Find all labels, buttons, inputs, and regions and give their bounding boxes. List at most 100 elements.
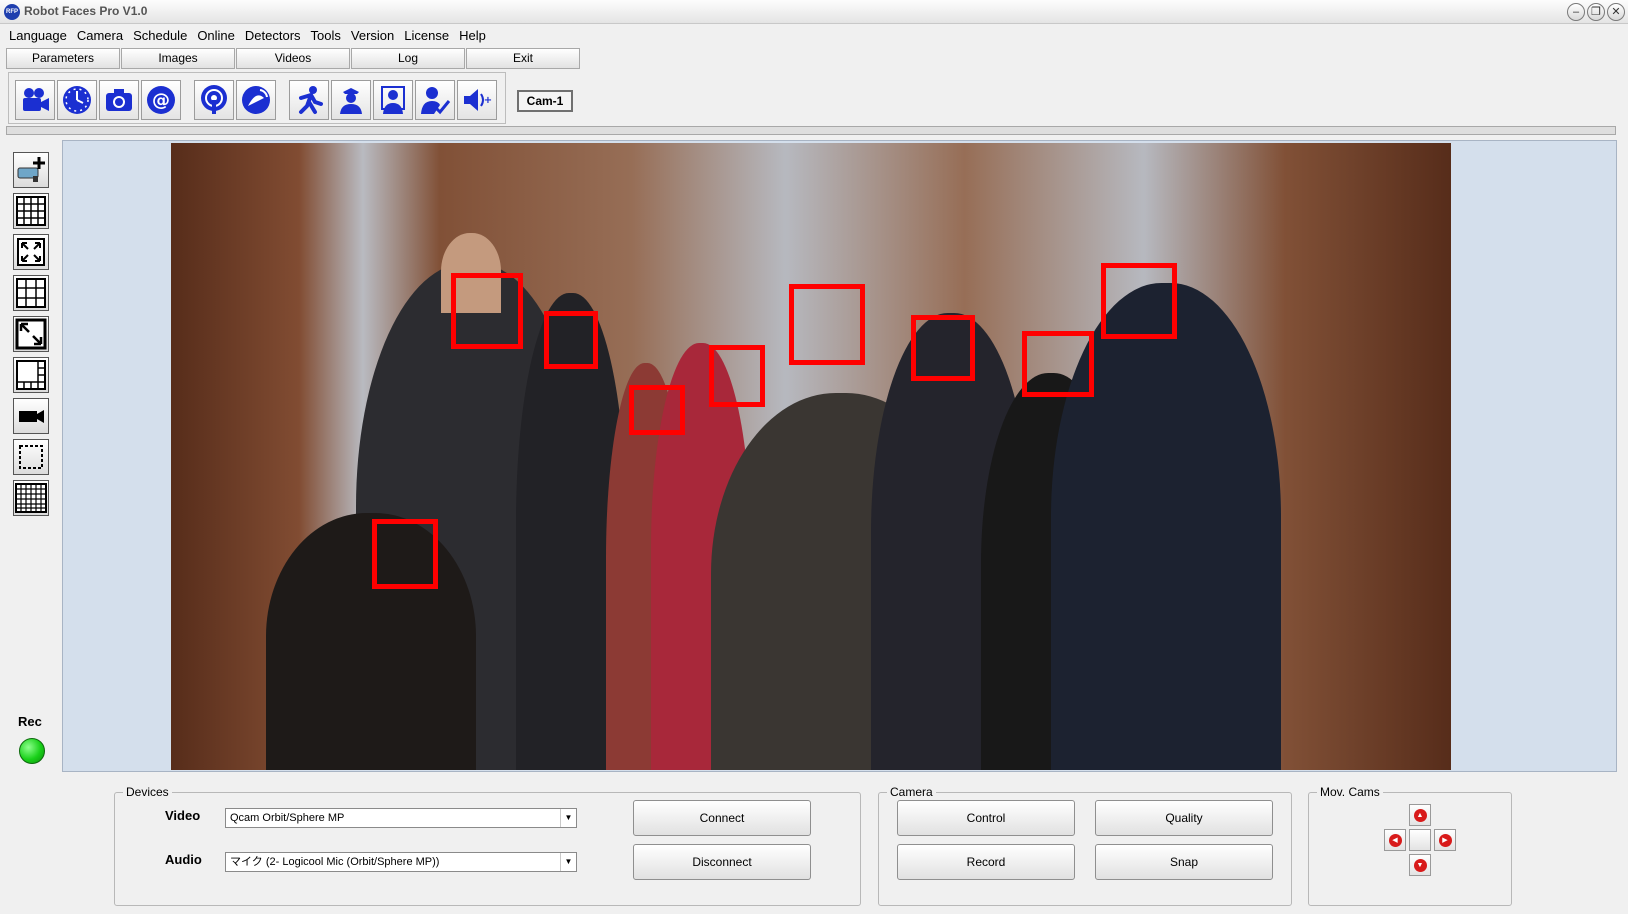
- rec-label: Rec: [18, 714, 42, 729]
- grid-many-button[interactable]: [13, 480, 49, 516]
- pan-right-button[interactable]: ▶: [1434, 829, 1456, 851]
- satellite-button[interactable]: [236, 80, 276, 120]
- disconnect-button[interactable]: Disconnect: [633, 844, 811, 880]
- single-camera-icon: [19, 410, 44, 423]
- title-bar: RFP Robot Faces Pro V1.0 – ❐ ✕: [0, 0, 1628, 24]
- user-verify-button[interactable]: [415, 80, 455, 120]
- video-label: Video: [165, 808, 201, 823]
- menu-bar: Language Camera Schedule Online Detector…: [4, 26, 491, 46]
- satellite-dish-icon: [242, 86, 270, 114]
- tab-videos[interactable]: Videos: [236, 48, 350, 69]
- fullscreen-bold-icon: [15, 318, 47, 350]
- fullscreen-alt-button[interactable]: [13, 316, 49, 352]
- video-area[interactable]: [62, 140, 1617, 772]
- face-detection-box: [451, 273, 523, 349]
- menu-help[interactable]: Help: [454, 26, 491, 46]
- add-camera-button[interactable]: [13, 152, 49, 188]
- camera-group: Camera Control Quality Record Snap: [878, 785, 1292, 906]
- pan-down-button[interactable]: ▼: [1409, 854, 1431, 876]
- menu-detectors[interactable]: Detectors: [240, 26, 306, 46]
- pan-left-button[interactable]: ◀: [1384, 829, 1406, 851]
- grid-16-button[interactable]: [13, 193, 49, 229]
- maximize-button[interactable]: ❐: [1587, 3, 1605, 21]
- email-button[interactable]: @: [141, 80, 181, 120]
- devices-group: Devices Video Qcam Orbit/Sphere MP ▼ Aud…: [114, 785, 861, 906]
- tab-parameters[interactable]: Parameters: [6, 48, 120, 69]
- clock-icon: [63, 86, 91, 114]
- devices-group-title: Devices: [123, 785, 172, 799]
- face-id-button[interactable]: [373, 80, 413, 120]
- layout-filmstrip-button[interactable]: [13, 357, 49, 393]
- face-detection-box: [1101, 263, 1177, 339]
- close-button[interactable]: ✕: [1607, 3, 1625, 21]
- photo-button[interactable]: [99, 80, 139, 120]
- app-icon: RFP: [4, 4, 20, 20]
- video-camera-button[interactable]: [15, 80, 55, 120]
- menu-camera[interactable]: Camera: [72, 26, 128, 46]
- speaker-volume-icon: +: [464, 89, 492, 111]
- video-device-select[interactable]: Qcam Orbit/Sphere MP ▼: [225, 808, 577, 828]
- fullscreen-button[interactable]: [13, 234, 49, 270]
- broadcast-icon: [201, 85, 227, 114]
- user-check-icon: [421, 87, 451, 115]
- camera-group-title: Camera: [887, 785, 936, 799]
- video-device-value: Qcam Orbit/Sphere MP: [230, 812, 345, 824]
- schedule-button[interactable]: [57, 80, 97, 120]
- pan-center-button[interactable]: [1409, 829, 1431, 851]
- quality-button[interactable]: Quality: [1095, 800, 1273, 836]
- police-officer-icon: [340, 88, 362, 114]
- grid-3x3-icon: [16, 278, 46, 308]
- tab-bar: Parameters Images Videos Log Exit: [6, 48, 581, 69]
- mov-cams-group: Mov. Cams ▲ ◀ ▶ ▼: [1308, 785, 1512, 906]
- grid-4x4-icon: [16, 196, 46, 226]
- bottom-panel: Devices Video Qcam Orbit/Sphere MP ▼ Aud…: [0, 774, 1628, 914]
- arrow-down-icon: ▼: [1413, 858, 1427, 872]
- chevron-down-icon[interactable]: ▼: [560, 853, 576, 871]
- single-camera-button[interactable]: [13, 398, 49, 434]
- menu-license[interactable]: License: [399, 26, 454, 46]
- filmstrip-grid-icon: [16, 360, 46, 390]
- face-detection-box: [789, 284, 865, 365]
- menu-language[interactable]: Language: [4, 26, 72, 46]
- camera-feed[interactable]: [171, 143, 1451, 770]
- volume-button[interactable]: +: [457, 80, 497, 120]
- rec-indicator[interactable]: [19, 738, 45, 764]
- menu-online[interactable]: Online: [192, 26, 240, 46]
- audio-device-select[interactable]: マイク (2- Logicool Mic (Orbit/Sphere MP)) …: [225, 852, 577, 872]
- camera-selector[interactable]: Cam-1: [517, 90, 573, 112]
- select-region-button[interactable]: [13, 439, 49, 475]
- person-id-icon: [381, 86, 405, 114]
- tab-exit[interactable]: Exit: [466, 48, 580, 69]
- connect-button[interactable]: Connect: [633, 800, 811, 836]
- menu-version[interactable]: Version: [346, 26, 399, 46]
- video-camera-icon: [23, 88, 49, 111]
- audio-device-value: マイク (2- Logicool Mic (Orbit/Sphere MP)): [230, 856, 440, 868]
- online-button[interactable]: [194, 80, 234, 120]
- face-detection-box: [1022, 331, 1094, 397]
- menu-schedule[interactable]: Schedule: [128, 26, 192, 46]
- tab-log[interactable]: Log: [351, 48, 465, 69]
- svg-text:@: @: [152, 90, 170, 111]
- person-silhouette: [266, 513, 476, 770]
- security-button[interactable]: [331, 80, 371, 120]
- tab-images[interactable]: Images: [121, 48, 235, 69]
- face-detection-box: [709, 345, 765, 407]
- control-button[interactable]: Control: [897, 800, 1075, 836]
- snap-button[interactable]: Snap: [1095, 844, 1273, 880]
- splitter-strip[interactable]: [6, 126, 1616, 135]
- mov-cams-group-title: Mov. Cams: [1317, 785, 1383, 799]
- chevron-down-icon[interactable]: ▼: [560, 809, 576, 827]
- minimize-button[interactable]: –: [1567, 3, 1585, 21]
- menu-tools[interactable]: Tools: [306, 26, 346, 46]
- face-detection-box: [544, 311, 598, 369]
- add-camera-icon: [17, 157, 45, 182]
- face-detection-box: [372, 519, 438, 589]
- email-icon: @: [147, 86, 175, 114]
- record-button[interactable]: Record: [897, 844, 1075, 880]
- sidebar: Rec: [6, 138, 60, 770]
- motion-detector-button[interactable]: [289, 80, 329, 120]
- pan-up-button[interactable]: ▲: [1409, 804, 1431, 826]
- audio-label: Audio: [165, 852, 202, 867]
- many-grid-icon: [15, 483, 47, 513]
- grid-9-button[interactable]: [13, 275, 49, 311]
